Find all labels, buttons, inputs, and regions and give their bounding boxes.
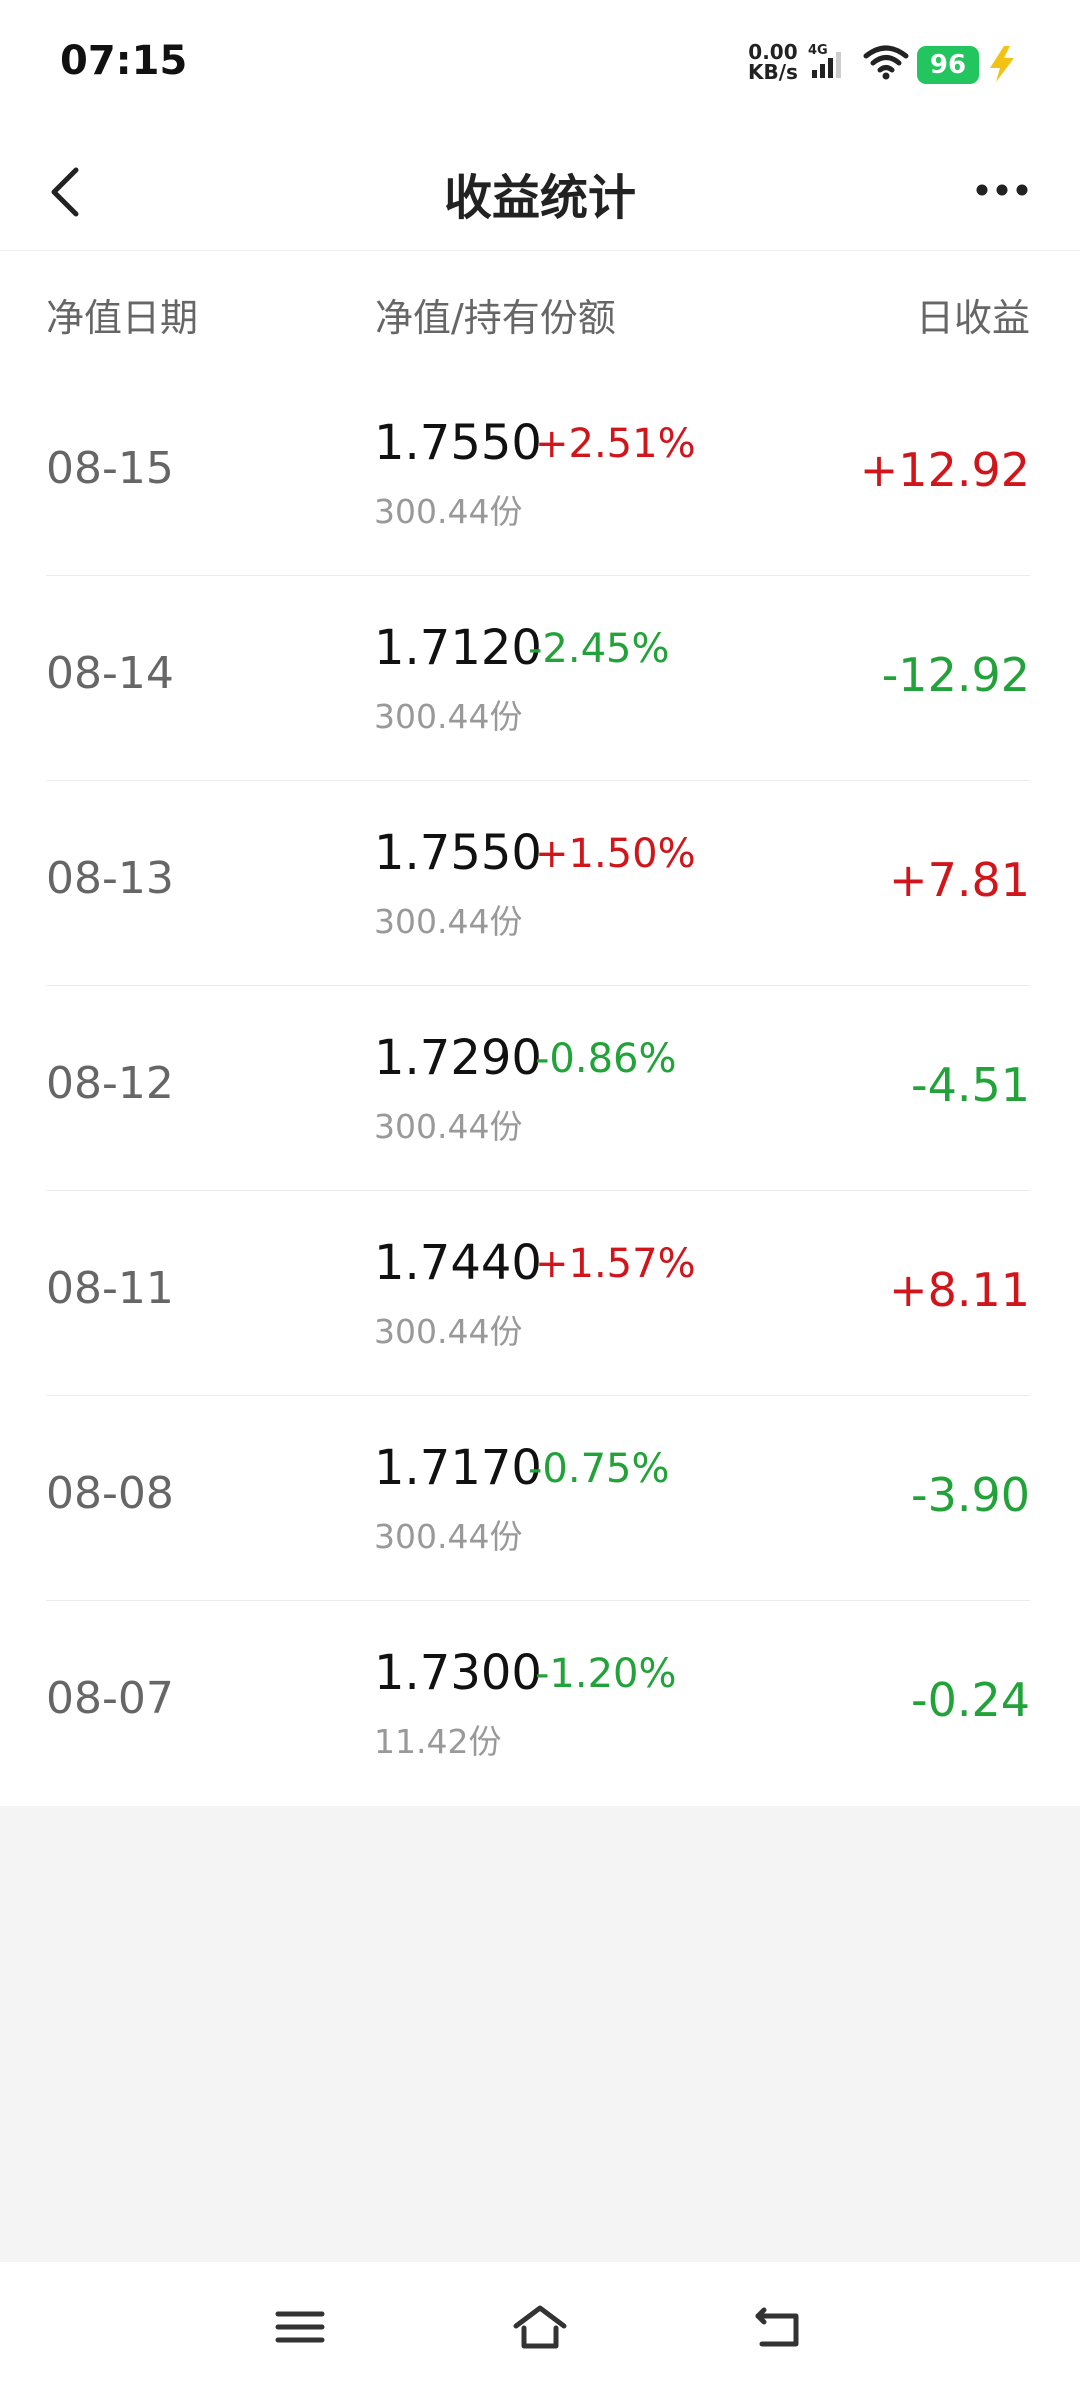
nav-date: 08-12: [46, 1058, 174, 1109]
battery-indicator: 96: [917, 46, 979, 84]
change-percent: +1.50%: [535, 831, 696, 877]
list-item[interactable]: 08-15 1.7550 +2.51% 300.44份 +12.92: [0, 371, 1080, 576]
system-navigation-bar: [0, 2262, 1080, 2392]
net-asset-value: 1.7550: [374, 825, 542, 881]
header-nav-date: 净值日期: [46, 296, 199, 340]
change-percent: -0.75%: [528, 1446, 670, 1492]
network-type: 4G: [808, 43, 828, 58]
list-item[interactable]: 08-08 1.7170 -0.75% 300.44份 -3.90: [0, 1396, 1080, 1601]
held-shares: 300.44份: [374, 1312, 523, 1351]
status-bar: 07:15 0.00 KB/s 4G 96: [0, 0, 1080, 130]
menu-button[interactable]: [270, 2302, 330, 2352]
net-asset-value: 1.7120: [374, 620, 542, 676]
daily-gain: -4.51: [910, 1058, 1030, 1112]
change-percent: +2.51%: [535, 421, 696, 467]
daily-gain: +12.92: [859, 443, 1030, 497]
held-shares: 300.44份: [374, 697, 523, 736]
daily-gain: -0.24: [910, 1673, 1030, 1727]
daily-gain: +7.81: [889, 853, 1030, 907]
network-speed-unit: KB/s: [748, 60, 798, 84]
net-asset-value: 1.7550: [374, 415, 542, 471]
net-asset-value: 1.7290: [374, 1030, 542, 1086]
top-navigation-bar: 收益统计: [0, 130, 1080, 250]
net-asset-value: 1.7300: [374, 1645, 542, 1701]
menu-icon: [275, 2311, 325, 2343]
back-nav-button[interactable]: [748, 2302, 808, 2352]
change-percent: -1.20%: [535, 1651, 677, 1697]
nav-date: 08-11: [46, 1263, 174, 1314]
more-dots-icon: [976, 184, 1028, 196]
list-item[interactable]: 08-12 1.7290 -0.86% 300.44份 -4.51: [0, 986, 1080, 1191]
change-percent: -0.86%: [535, 1036, 677, 1082]
held-shares: 300.44份: [374, 902, 523, 941]
header-nav-shares: 净值/持有份额: [375, 296, 616, 340]
held-shares: 300.44份: [374, 1517, 523, 1556]
home-button[interactable]: [510, 2302, 570, 2352]
held-shares: 11.42份: [374, 1722, 502, 1761]
status-time: 07:15: [60, 38, 188, 84]
held-shares: 300.44份: [374, 492, 523, 531]
nav-date: 08-14: [46, 648, 174, 699]
nav-date: 08-13: [46, 853, 174, 904]
back-arrow-icon: [755, 2307, 799, 2347]
held-shares: 300.44份: [374, 1107, 523, 1146]
daily-gain: -3.90: [910, 1468, 1030, 1522]
list-item[interactable]: 08-13 1.7550 +1.50% 300.44份 +7.81: [0, 781, 1080, 986]
charging-bolt-icon: [984, 44, 1020, 88]
home-icon: [513, 2305, 567, 2349]
net-asset-value: 1.7170: [374, 1440, 542, 1496]
list-item[interactable]: 08-07 1.7300 -1.20% 11.42份 -0.24: [0, 1601, 1080, 1806]
nav-date: 08-08: [46, 1468, 174, 1519]
more-button[interactable]: [970, 170, 1040, 210]
network-speed-value: 0.00: [748, 40, 798, 64]
earnings-list: 08-15 1.7550 +2.51% 300.44份 +12.92 08-14 1.712…: [0, 371, 1080, 1806]
daily-gain: +8.11: [889, 1263, 1030, 1317]
wifi-icon: [862, 42, 910, 86]
table-header: 净值日期 净值/持有份额 日收益: [0, 250, 1080, 372]
signal-icon: 4G: [808, 42, 850, 88]
change-percent: +1.57%: [535, 1241, 696, 1287]
nav-date: 08-15: [46, 443, 174, 494]
header-daily-gain: 日收益: [915, 296, 1030, 340]
network-speed: 0.00 KB/s: [748, 42, 798, 82]
list-item[interactable]: 08-11 1.7440 +1.57% 300.44份 +8.11: [0, 1191, 1080, 1396]
nav-date: 08-07: [46, 1673, 174, 1724]
page-title: 收益统计: [443, 170, 636, 226]
net-asset-value: 1.7440: [374, 1235, 542, 1291]
daily-gain: -12.92: [881, 648, 1030, 702]
change-percent: -2.45%: [528, 626, 670, 672]
list-item[interactable]: 08-14 1.7120 -2.45% 300.44份 -12.92: [0, 576, 1080, 781]
